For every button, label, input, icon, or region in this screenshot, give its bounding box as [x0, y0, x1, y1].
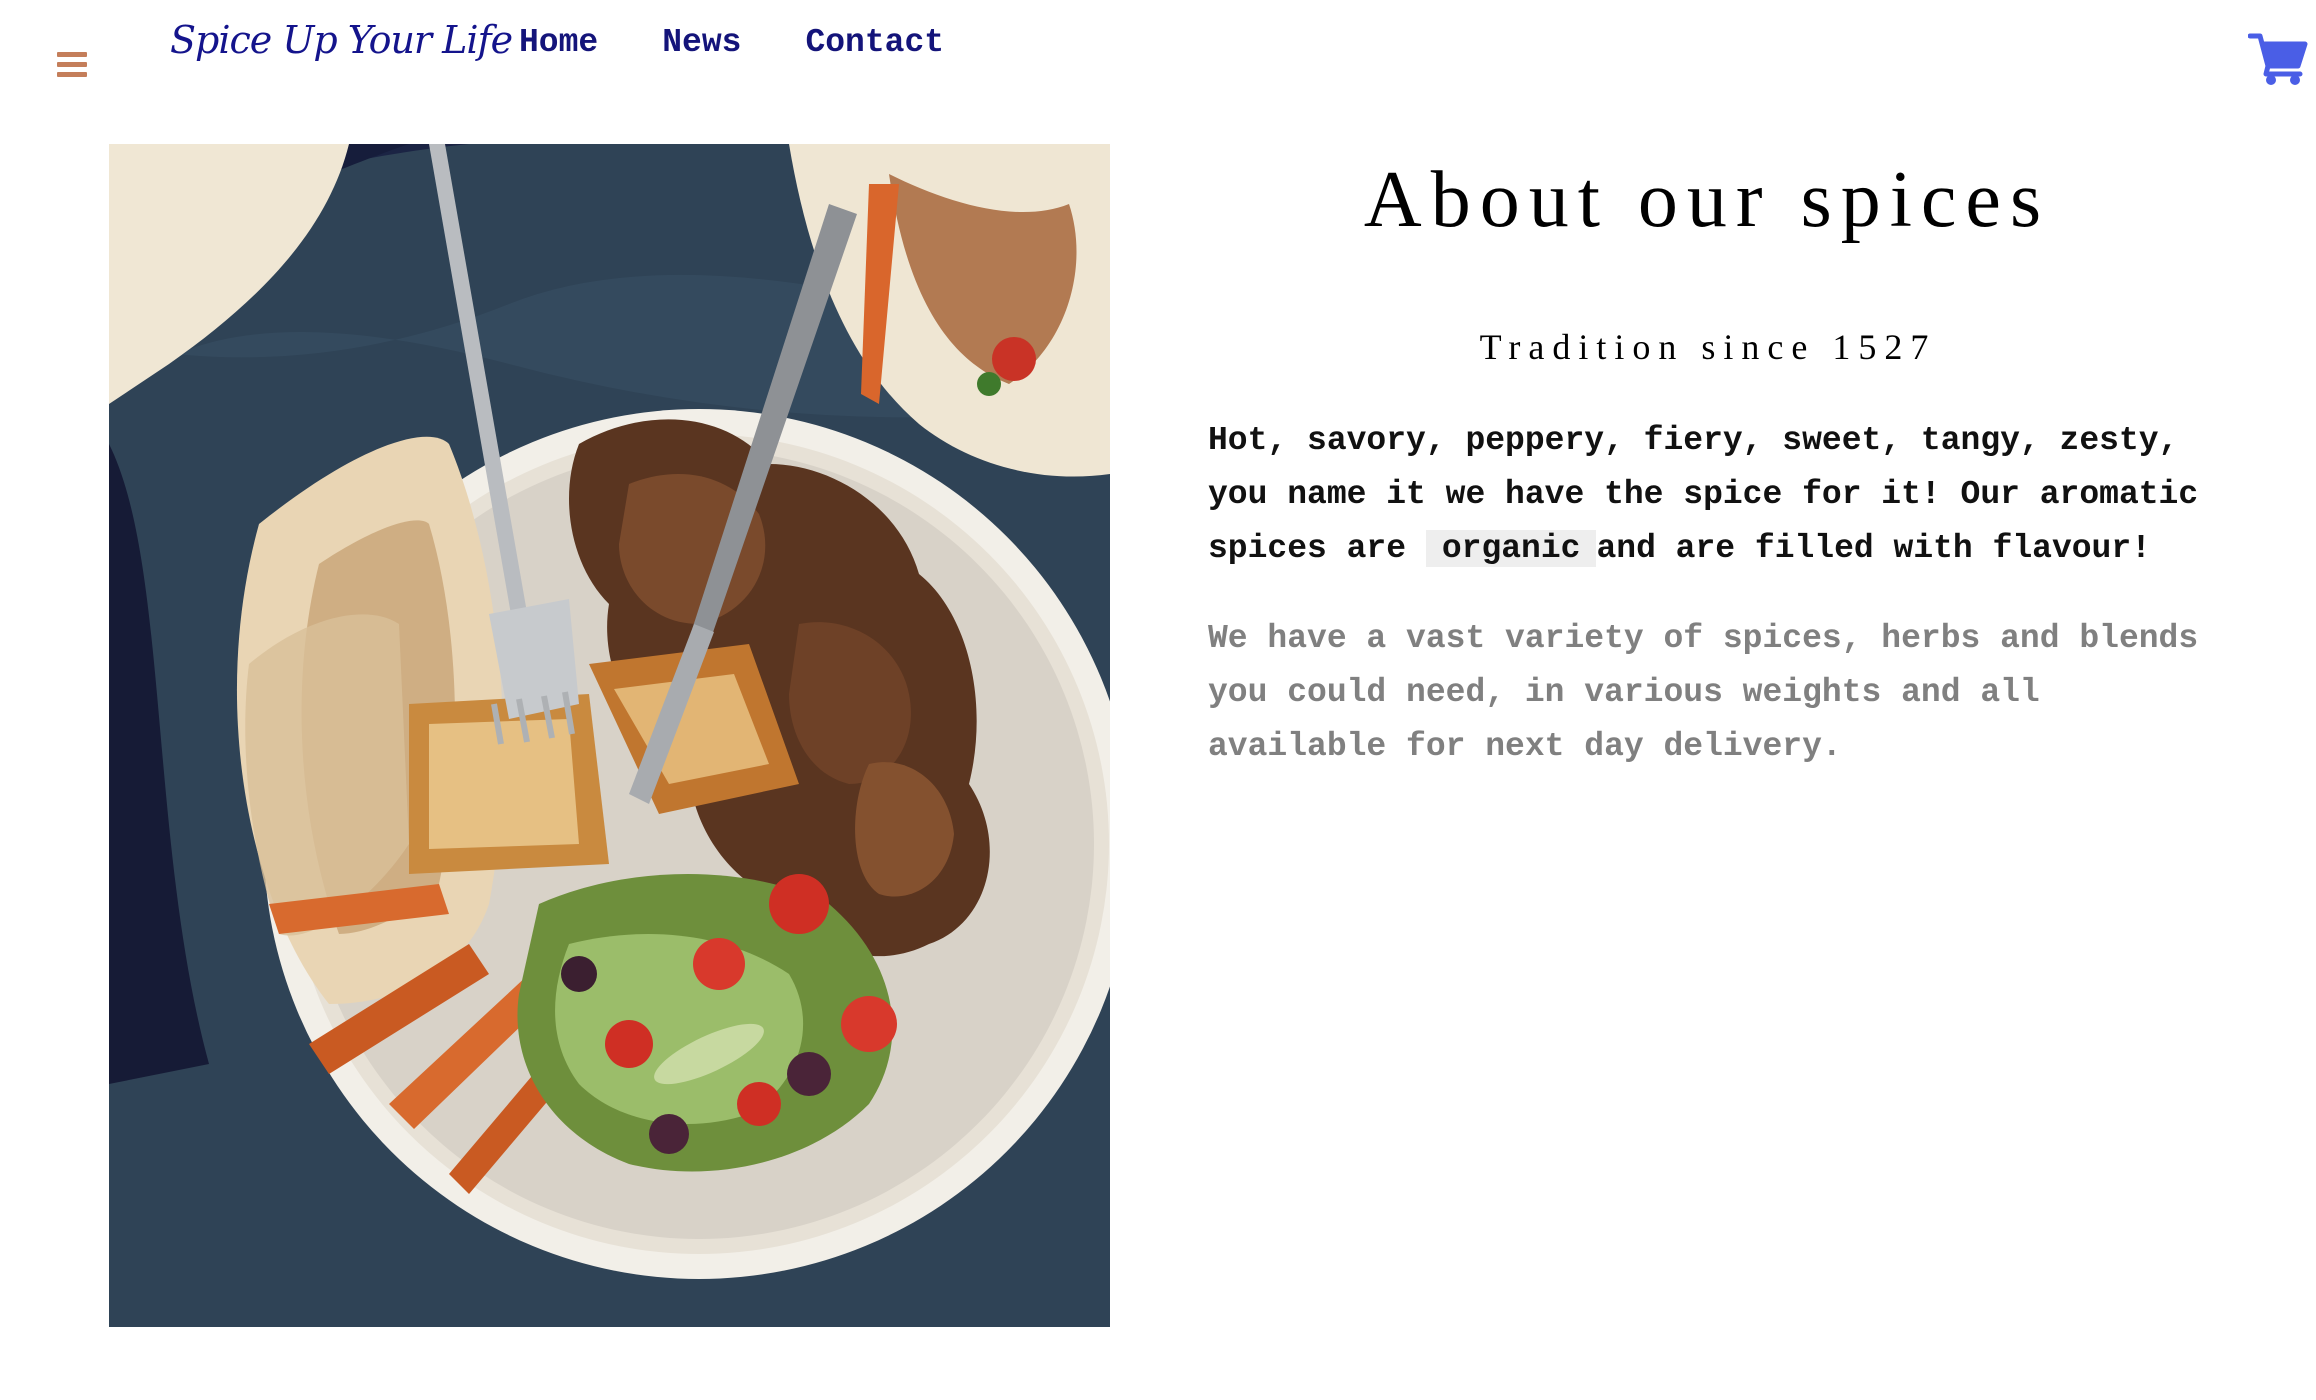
- site-brand-logo[interactable]: Spice Up Your Life: [170, 18, 513, 62]
- intro-text-end: and are filled with flavour!: [1596, 530, 2151, 567]
- food-platter-photo: [109, 144, 1110, 1327]
- intro-paragraph: Hot, savory, peppery, fiery, sweet, tang…: [1208, 414, 2208, 576]
- detail-paragraph: We have a vast variety of spices, herbs …: [1208, 620, 2199, 765]
- organic-highlight: organic: [1425, 530, 1597, 567]
- nav-link-home[interactable]: Home: [519, 24, 598, 61]
- about-section: About our spices Tradition since 1527 Ho…: [1208, 150, 2208, 774]
- nav-link-contact[interactable]: Contact: [805, 24, 944, 61]
- page-title: About our spices: [1363, 156, 2051, 244]
- top-navigation-bar: Spice Up Your Life Home News Contact: [0, 0, 2316, 120]
- page-subtitle: Tradition since 1527: [1479, 327, 1937, 367]
- nav-link-news[interactable]: News: [662, 24, 741, 61]
- main-nav: Home News Contact: [519, 24, 944, 61]
- hamburger-menu-icon[interactable]: [57, 52, 87, 82]
- shopping-cart-icon[interactable]: [2247, 30, 2308, 86]
